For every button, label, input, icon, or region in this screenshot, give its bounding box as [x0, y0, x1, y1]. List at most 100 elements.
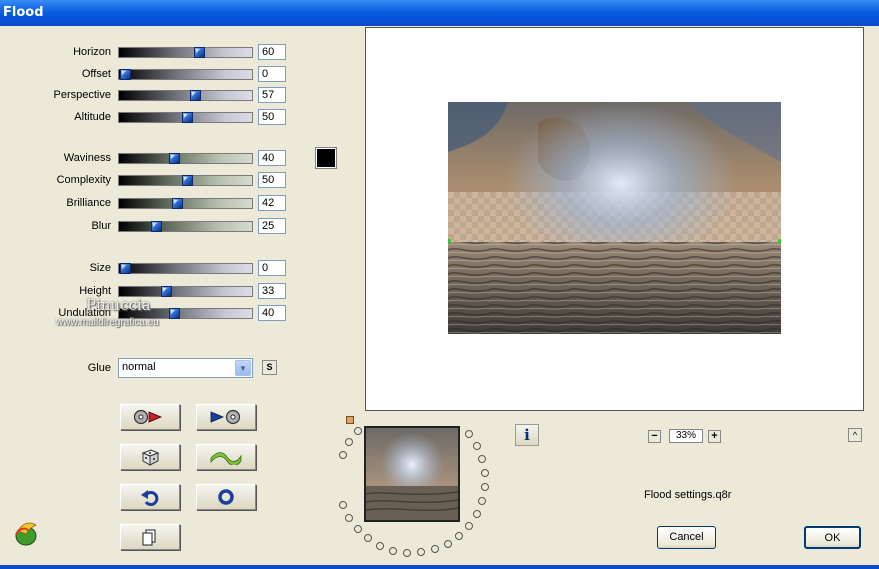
slider-perspective[interactable]	[118, 90, 253, 101]
thumbnail-navigator[interactable]	[364, 426, 460, 522]
value-input-horizon[interactable]: 60	[258, 44, 286, 60]
navigator-dot[interactable]	[473, 510, 481, 518]
zoom-value: 33%	[669, 429, 703, 443]
navigator-dot[interactable]	[455, 532, 463, 540]
glue-s-button[interactable]: S	[262, 360, 277, 375]
navigator-dot[interactable]	[345, 438, 353, 446]
slider-altitude[interactable]	[118, 112, 253, 123]
slider-height[interactable]	[118, 286, 253, 297]
navigator-dot[interactable]	[339, 501, 347, 509]
slider-thumb[interactable]	[169, 308, 180, 319]
value-input-altitude[interactable]: 50	[258, 109, 286, 125]
randomize-button[interactable]	[120, 444, 180, 470]
navigator-dot[interactable]	[431, 545, 439, 553]
ring-icon	[218, 489, 234, 505]
param-label-altitude: Altitude	[74, 111, 111, 123]
play-backward-button[interactable]	[120, 404, 180, 430]
value-input-brilliance[interactable]: 42	[258, 195, 286, 211]
slider-offset[interactable]	[118, 69, 253, 80]
slider-thumb[interactable]	[182, 112, 193, 123]
navigator-dot[interactable]	[473, 442, 481, 450]
zoom-out-button[interactable]: −	[648, 430, 661, 443]
chevron-down-icon[interactable]: ▼	[235, 360, 251, 376]
navigator-dot[interactable]	[376, 542, 384, 550]
preview-panel[interactable]	[365, 27, 864, 411]
param-label-waviness: Waviness	[63, 152, 111, 164]
filter-logo-icon	[15, 522, 37, 546]
navigator-dot[interactable]	[403, 549, 411, 557]
info-button[interactable]: i	[515, 424, 539, 446]
copy-button[interactable]	[120, 524, 180, 550]
value-input-perspective[interactable]: 57	[258, 87, 286, 103]
value-input-complexity[interactable]: 50	[258, 172, 286, 188]
slider-thumb[interactable]	[182, 175, 193, 186]
slider-thumb[interactable]	[169, 153, 180, 164]
param-label-offset: Offset	[81, 68, 111, 80]
param-label-horizon: Horizon	[73, 46, 111, 58]
preview-image	[448, 102, 781, 334]
settings-file-label: Flood settings.q8r	[644, 489, 732, 501]
navigator-dot[interactable]	[354, 525, 362, 533]
slider-blur[interactable]	[118, 221, 253, 232]
zoom-in-button[interactable]: +	[708, 430, 721, 443]
navigator-dot[interactable]	[465, 430, 473, 438]
slider-size[interactable]	[118, 263, 253, 274]
window-bottom-border	[0, 565, 879, 569]
window-title: Flood	[3, 5, 44, 20]
slider-waviness[interactable]	[118, 153, 253, 164]
slider-thumb[interactable]	[172, 198, 183, 209]
param-label-perspective: Perspective	[53, 89, 111, 101]
navigator-dot[interactable]	[345, 514, 353, 522]
color-swatch[interactable]	[315, 147, 337, 169]
slider-thumb[interactable]	[161, 286, 172, 297]
slider-horizon[interactable]	[118, 47, 253, 58]
reset-button[interactable]	[196, 484, 256, 510]
param-label-blur: Blur	[91, 220, 111, 232]
value-input-waviness[interactable]: 40	[258, 150, 286, 166]
navigator-dot[interactable]	[339, 451, 347, 459]
value-input-blur[interactable]: 25	[258, 218, 286, 234]
param-label-brilliance: Brilliance	[66, 197, 111, 209]
slider-brilliance[interactable]	[118, 198, 253, 209]
navigator-dot[interactable]	[465, 522, 473, 530]
value-input-undulation[interactable]: 40	[258, 305, 286, 321]
glue-select[interactable]: normal ▼	[118, 358, 253, 378]
navigator-dot[interactable]	[444, 540, 452, 548]
slider-thumb[interactable]	[190, 90, 201, 101]
dice-icon	[141, 449, 160, 466]
navigator-corner-handle[interactable]	[346, 416, 354, 424]
slider-thumb[interactable]	[120, 69, 131, 80]
navigator-dot[interactable]	[478, 497, 486, 505]
wave-button[interactable]	[196, 444, 256, 470]
slider-undulation[interactable]	[118, 308, 253, 319]
slider-complexity[interactable]	[118, 175, 253, 186]
cd-forward-icon	[210, 409, 241, 425]
cancel-button[interactable]: Cancel	[657, 526, 716, 549]
flood-preview-render	[448, 102, 781, 334]
value-input-offset[interactable]: 0	[258, 66, 286, 82]
glue-value: normal	[122, 361, 156, 373]
value-input-height[interactable]: 33	[258, 283, 286, 299]
flood-thumbnail-render	[366, 428, 458, 520]
param-label-height: Height	[79, 285, 111, 297]
navigator-dot[interactable]	[417, 548, 425, 556]
title-bar: Flood	[0, 0, 879, 26]
play-forward-button[interactable]	[196, 404, 256, 430]
undo-button[interactable]	[120, 484, 180, 510]
wave-icon	[210, 452, 242, 465]
ok-button[interactable]: OK	[804, 526, 861, 549]
navigator-dot[interactable]	[354, 427, 362, 435]
slider-thumb[interactable]	[151, 221, 162, 232]
collapse-up-button[interactable]: ^	[848, 428, 862, 442]
param-label-undulation: Undulation	[58, 307, 111, 319]
navigator-dot[interactable]	[481, 469, 489, 477]
slider-thumb[interactable]	[194, 47, 205, 58]
navigator-dot[interactable]	[389, 547, 397, 555]
value-input-size[interactable]: 0	[258, 260, 286, 276]
param-label-size: Size	[89, 262, 111, 274]
navigator-dot[interactable]	[478, 455, 486, 463]
glue-label: Glue	[87, 362, 111, 374]
navigator-dot[interactable]	[364, 534, 372, 542]
navigator-dot[interactable]	[481, 483, 489, 491]
slider-thumb[interactable]	[120, 263, 131, 274]
